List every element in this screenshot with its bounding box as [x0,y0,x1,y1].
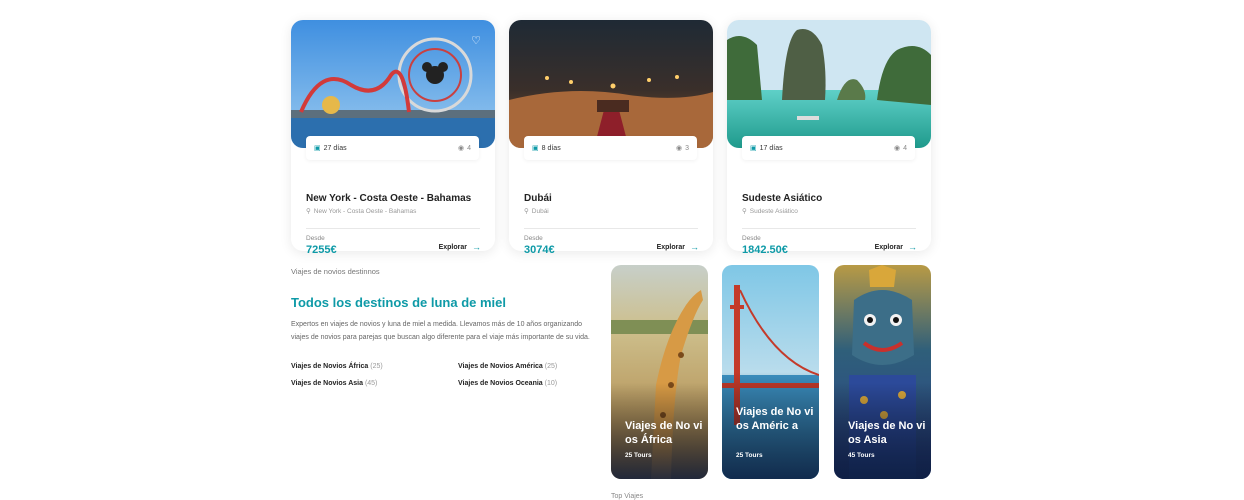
honeymoon-link-oceania[interactable]: Viajes de Novios Oceania (10) [458,380,557,387]
tour-meta-bar: ▣ 8 días ◉ 3 [524,136,697,160]
destination-name: Viajes de No vios Asia [848,420,926,446]
calendar-icon: ▣ [532,145,539,152]
tour-count: 25 Tours [625,452,652,459]
tour-meta-bar: ▣ 17 días ◉ 4 [742,136,915,160]
explore-link[interactable]: Explorar → [657,242,699,252]
tour-location: ⚲ New York - Costa Oeste - Bahamas [306,207,417,216]
duration-text: 17 días [759,144,783,152]
tour-location-text: New York - Costa Oeste - Bahamas [313,207,417,215]
calendar-icon: ▣ [750,145,757,152]
link-count: (25) [544,363,558,370]
divider [742,228,916,229]
tour-image[interactable] [291,20,495,148]
duration: ▣ 8 días [532,144,561,153]
explore-label: Explorar [874,243,903,251]
link-name: Viajes de Novios África [291,363,369,370]
location-pin-icon: ⚲ [742,208,747,215]
destination-image [722,265,819,479]
link-name: Viajes de Novios Oceania [458,380,543,387]
tour-location-text: Sudeste Asiático [749,207,798,215]
destination-card-asia[interactable]: Viajes de No vios Asia 45 Tours [834,265,931,479]
honeymoon-link-asia[interactable]: Viajes de Novios Asia (45) [291,380,377,387]
destination-name: Viajes de No vios Améric a [736,406,814,432]
tour-location: ⚲ Sudeste Asiático [742,207,798,216]
link-name: Viajes de Novios América [458,363,543,370]
explore-link[interactable]: Explorar → [875,242,917,252]
camera-icon: ◉ [675,145,683,152]
tour-card[interactable]: ▣ 8 días ◉ 3 Dubái ⚲ Dubái Desde 3074€ Expl… [509,20,713,256]
photo-count-text: 4 [903,144,907,152]
tour-price: 3074€ [524,244,555,256]
destination-card-america[interactable]: Viajes de No vios Améric a 25 Tours [722,265,819,479]
explore-label: Explorar [656,243,685,251]
duration: ▣ 17 días [750,144,783,153]
tour-price: 7255€ [306,244,337,256]
price-label: Desde [742,235,761,242]
camera-icon: ◉ [893,145,901,152]
section-title: Todos los destinos de luna de miel [291,295,507,310]
tour-image[interactable] [727,20,931,148]
honeymoon-link-america[interactable]: Viajes de Novios América (25) [458,363,557,370]
link-name: Viajes de Novios Asia [291,380,363,387]
destination-name: Viajes de No vios África [625,420,703,446]
arrow-right-icon: → [908,242,917,252]
divider [524,228,698,229]
tour-count: 25 Tours [736,452,763,459]
photo-count: ◉ 4 [893,144,907,153]
tour-title[interactable]: Dubái [524,193,552,204]
photo-count-text: 3 [685,144,689,152]
link-count: (10) [544,380,558,387]
duration-text: 8 días [541,144,561,152]
duration-text: 27 días [323,144,347,152]
tour-price: 1842.50€ [742,244,788,256]
explore-link[interactable]: Explorar → [439,242,481,252]
favorite-heart-icon[interactable]: ♡ [471,34,481,47]
link-count: (45) [364,380,378,387]
photo-count-text: 4 [467,144,471,152]
photo-count: ◉ 4 [457,144,471,153]
top-trips-label: Top Viajes [611,493,644,500]
location-pin-icon: ⚲ [306,208,311,215]
camera-icon: ◉ [457,145,465,152]
tour-location-text: Dubái [531,207,549,215]
price-label: Desde [524,235,543,242]
section-description: Expertos en viajes de novios y luna de m… [291,321,590,341]
destination-card-africa[interactable]: Viajes de No vios África 25 Tours [611,265,708,479]
tour-image[interactable] [509,20,713,148]
tour-title[interactable]: Sudeste Asiático [742,193,822,204]
arrow-right-icon: → [472,242,481,252]
divider [306,228,480,229]
honeymoon-link-africa[interactable]: Viajes de Novios África (25) [291,363,383,370]
link-count: (25) [370,363,383,370]
arrow-right-icon: → [690,242,699,252]
tour-card[interactable]: ♡ ▣ 27 días ◉ 4 New York - Costa Oeste - B… [291,20,495,256]
calendar-icon: ▣ [314,145,321,152]
price-label: Desde [306,235,325,242]
tour-title[interactable]: New York - Costa Oeste - Bahamas [306,193,471,204]
section-label: Viajes de novios destinnos [291,267,380,276]
explore-label: Explorar [438,243,467,251]
tour-location: ⚲ Dubái [524,207,549,216]
tour-meta-bar: ▣ 27 días ◉ 4 [306,136,479,160]
tour-card[interactable]: ▣ 17 días ◉ 4 Sudeste Asiático ⚲ Sudeste As… [727,20,931,256]
duration: ▣ 27 días [314,144,347,153]
tour-count: 45 Tours [848,452,875,459]
location-pin-icon: ⚲ [524,208,529,215]
photo-count: ◉ 3 [675,144,689,153]
